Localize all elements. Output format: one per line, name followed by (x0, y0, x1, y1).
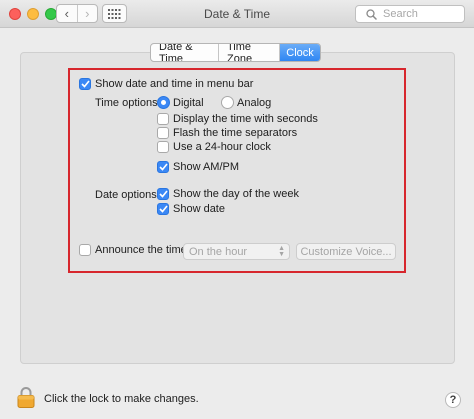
analog-radio[interactable] (221, 96, 234, 109)
show-date-option[interactable]: Show date (157, 203, 225, 215)
tab-clock[interactable]: Clock (279, 44, 320, 61)
show-in-menu-bar-option[interactable]: Show date and time in menu bar (79, 78, 253, 90)
announce-option[interactable]: Announce the time: (79, 244, 190, 256)
time-options-label: Time options: (95, 97, 161, 109)
day-of-week-checkbox[interactable] (157, 188, 169, 200)
show-date-checkbox[interactable] (157, 203, 169, 215)
title-bar: ‹ › Date & Time Search (0, 0, 474, 28)
checkmark-icon (158, 190, 168, 198)
clock-24-option[interactable]: Use a 24-hour clock (157, 141, 271, 153)
digital-option[interactable]: Digital (157, 96, 204, 109)
digital-label: Digital (173, 96, 204, 109)
tab-bar: Date & Time Time Zone Clock (150, 43, 321, 62)
analog-option[interactable]: Analog (221, 96, 271, 109)
updown-arrows-icon: ▲ ▼ (278, 245, 285, 258)
show-date-label: Show date (173, 203, 225, 215)
search-icon (366, 9, 377, 20)
clock-24-label: Use a 24-hour clock (173, 141, 271, 153)
checkmark-icon (158, 163, 168, 171)
show-ampm-option[interactable]: Show AM/PM (157, 161, 239, 173)
digital-radio[interactable] (157, 96, 170, 109)
show-ampm-label: Show AM/PM (173, 161, 240, 173)
date-options-label: Date options: (95, 189, 160, 201)
day-of-week-option[interactable]: Show the day of the week (157, 188, 299, 200)
clock-24-checkbox[interactable] (157, 141, 169, 153)
checkmark-icon (80, 80, 90, 88)
announce-checkbox[interactable] (79, 244, 91, 256)
show-in-menu-bar-checkbox[interactable] (79, 78, 91, 90)
show-in-menu-bar-label: Show date and time in menu bar (95, 78, 254, 90)
search-field[interactable]: Search (355, 5, 465, 23)
seconds-option[interactable]: Display the time with seconds (157, 113, 318, 125)
analog-label: Analog (237, 96, 272, 109)
announce-label: Announce the time: (95, 244, 190, 256)
time-options-row: Time options: (95, 97, 161, 109)
day-of-week-label: Show the day of the week (173, 188, 299, 200)
search-placeholder: Search (383, 8, 418, 20)
flash-separators-label: Flash the time separators (173, 127, 298, 139)
tab-date-time[interactable]: Date & Time (151, 44, 218, 61)
flash-separators-option[interactable]: Flash the time separators (157, 127, 297, 139)
checkmark-icon (158, 205, 168, 213)
announce-interval-select[interactable]: On the hour ▲ ▼ (183, 243, 290, 260)
seconds-checkbox[interactable] (157, 113, 169, 125)
customize-voice-button[interactable]: Customize Voice... (296, 243, 396, 260)
lock-message: Click the lock to make changes. (44, 393, 199, 405)
tab-time-zone[interactable]: Time Zone (218, 44, 279, 61)
help-button[interactable]: ? (445, 392, 461, 408)
help-label: ? (449, 394, 457, 406)
announce-interval-value: On the hour (189, 245, 248, 258)
date-options-row: Date options: (95, 189, 160, 201)
lock-icon[interactable] (17, 386, 35, 408)
seconds-label: Display the time with seconds (173, 113, 318, 125)
show-ampm-checkbox[interactable] (157, 161, 169, 173)
flash-separators-checkbox[interactable] (157, 127, 169, 139)
preferences-window: ‹ › Date & Time Search Date & Time Time … (0, 0, 474, 419)
